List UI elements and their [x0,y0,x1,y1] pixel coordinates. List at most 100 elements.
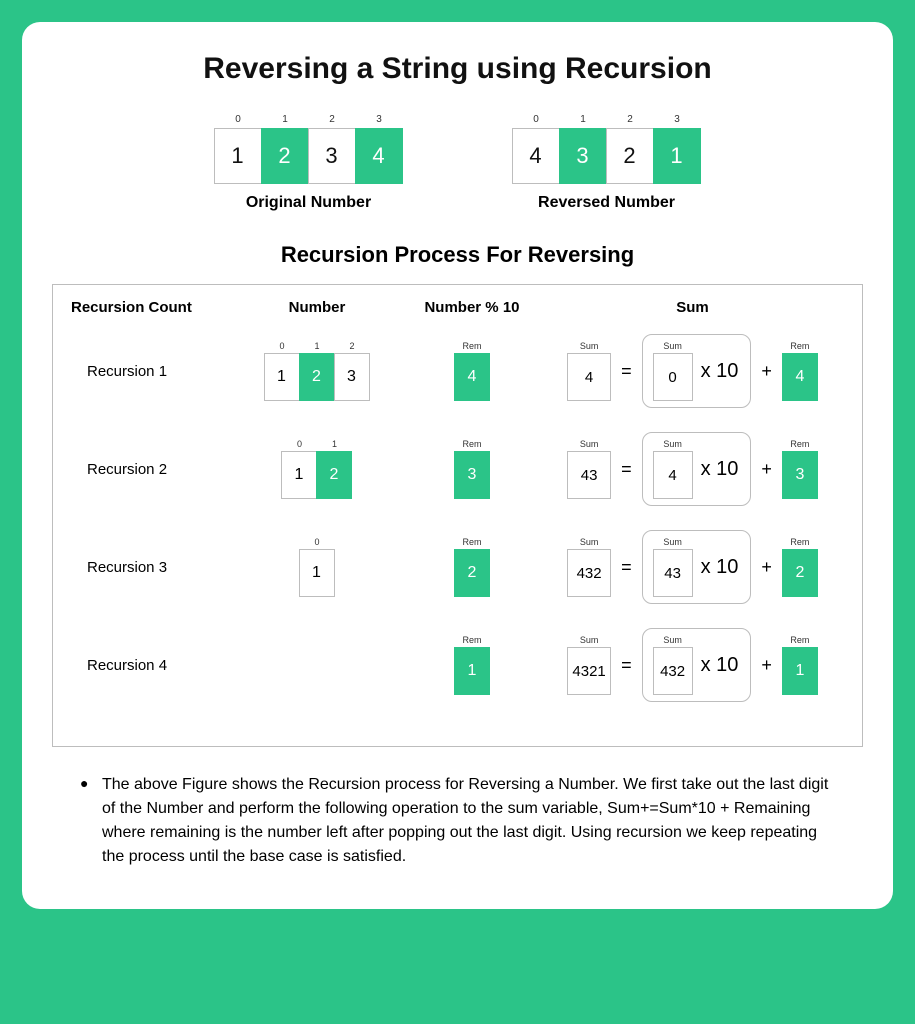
footer-note: The above Figure shows the Recursion pro… [52,773,863,869]
recursion-label: Recursion 1 [67,363,227,380]
table-row: Recursion 1011223Rem4Sum4=Sum0x 10+Rem4 [67,334,848,408]
rem-value: 4 [454,353,490,401]
equals-sign: = [621,361,632,382]
times-ten: x 10 [701,360,739,383]
sum-column: Sum4321=Sum432x 10+Rem1 [537,628,848,702]
table-row: Recursion 301Rem2Sum432=Sum43x 10+Rem2 [67,530,848,604]
sum-prev-label: Sum [663,341,682,352]
recursion-label: Recursion 3 [67,559,227,576]
sum-column: Sum432=Sum43x 10+Rem2 [537,530,848,604]
rem2-label: Rem [790,439,809,450]
remainder-column: Rem4 [407,341,537,401]
sum-prev-label: Sum [663,439,682,450]
process-box: Recursion Count Number Number % 10 Sum R… [52,284,863,747]
rem-label: Rem [462,439,481,450]
array-index: 0 [235,114,241,126]
rem2-value: 4 [782,353,818,401]
sum-prev-value: 0 [653,353,693,401]
header-sum: Sum [537,299,848,316]
subtitle: Recursion Process For Reversing [52,242,863,268]
header-mod: Number % 10 [407,299,537,316]
array-cell: 34 [356,114,403,184]
equals-sign: = [621,655,632,676]
original-array: 01122334 Original Number [215,114,403,212]
sum-prev-value: 432 [653,647,693,695]
array-index: 1 [314,341,319,352]
array-value: 3 [559,128,607,184]
page-title: Reversing a String using Recursion [52,52,863,86]
equals-sign: = [621,557,632,578]
sum-label: Sum [580,537,599,548]
array-index: 0 [297,439,302,450]
sum-label: Sum [580,439,599,450]
array-value: 3 [334,353,370,401]
array-cell: 04 [513,114,560,184]
array-cell: 31 [654,114,701,184]
rem2-value: 1 [782,647,818,695]
recursion-label: Recursion 2 [67,461,227,478]
sum-expression: Sum4x 10 [642,432,752,506]
array-cell: 22 [607,114,654,184]
reversed-label: Reversed Number [513,194,701,212]
reversed-array: 04132231 Reversed Number [513,114,701,212]
array-cell: 01 [300,537,335,597]
sum-column: Sum4=Sum0x 10+Rem4 [537,334,848,408]
table-row: Recursion 20112Rem3Sum43=Sum4x 10+Rem3 [67,432,848,506]
times-ten: x 10 [701,458,739,481]
number-column: 01 [227,537,407,597]
table-row: Recursion 4Rem1Sum4321=Sum432x 10+Rem1 [67,628,848,702]
remainder-column: Rem1 [407,635,537,695]
rem2-label: Rem [790,635,809,646]
sum-prev-value: 43 [653,549,693,597]
header-number: Number [227,299,407,316]
array-index: 0 [279,341,284,352]
array-index: 1 [282,114,288,126]
recursion-label: Recursion 4 [67,657,227,674]
array-index: 3 [674,114,680,126]
sum-label: Sum [580,635,599,646]
array-cell: 23 [335,341,370,401]
array-index: 2 [329,114,335,126]
plus-sign: + [761,361,772,382]
array-value: 1 [214,128,262,184]
array-index: 1 [580,114,586,126]
rem-label: Rem [462,635,481,646]
rem2-value: 2 [782,549,818,597]
plus-sign: + [761,459,772,480]
array-cell: 12 [262,114,309,184]
sum-out-value: 4321 [567,647,611,695]
array-value: 1 [653,128,701,184]
array-index: 1 [332,439,337,450]
rem-label: Rem [462,341,481,352]
array-value: 1 [264,353,300,401]
header-count: Recursion Count [67,299,227,316]
diagram-card: Reversing a String using Recursion 01122… [22,22,893,909]
array-index: 3 [376,114,382,126]
table-headers: Recursion Count Number Number % 10 Sum [67,299,848,316]
array-index: 0 [314,537,319,548]
times-ten: x 10 [701,654,739,677]
sum-expression: Sum43 x 10 [642,530,752,604]
original-label: Original Number [215,194,403,212]
remainder-column: Rem3 [407,439,537,499]
sum-prev-label: Sum [663,635,682,646]
rem2-value: 3 [782,451,818,499]
sum-out-value: 43 [567,451,611,499]
number-column: 011223 [227,341,407,401]
sum-expression: Sum0 x 10 [642,334,752,408]
array-value: 3 [308,128,356,184]
rem2-label: Rem [790,341,809,352]
plus-sign: + [761,557,772,578]
array-index: 2 [627,114,633,126]
array-cell: 12 [317,439,352,499]
array-cell: 12 [300,341,335,401]
rem-value: 1 [454,647,490,695]
array-cell: 13 [560,114,607,184]
sum-prev-label: Sum [663,537,682,548]
times-ten: x 10 [701,556,739,579]
array-cell: 23 [309,114,356,184]
sum-column: Sum43=Sum4x 10+Rem3 [537,432,848,506]
array-value: 1 [281,451,317,499]
equals-sign: = [621,459,632,480]
rem2-label: Rem [790,537,809,548]
